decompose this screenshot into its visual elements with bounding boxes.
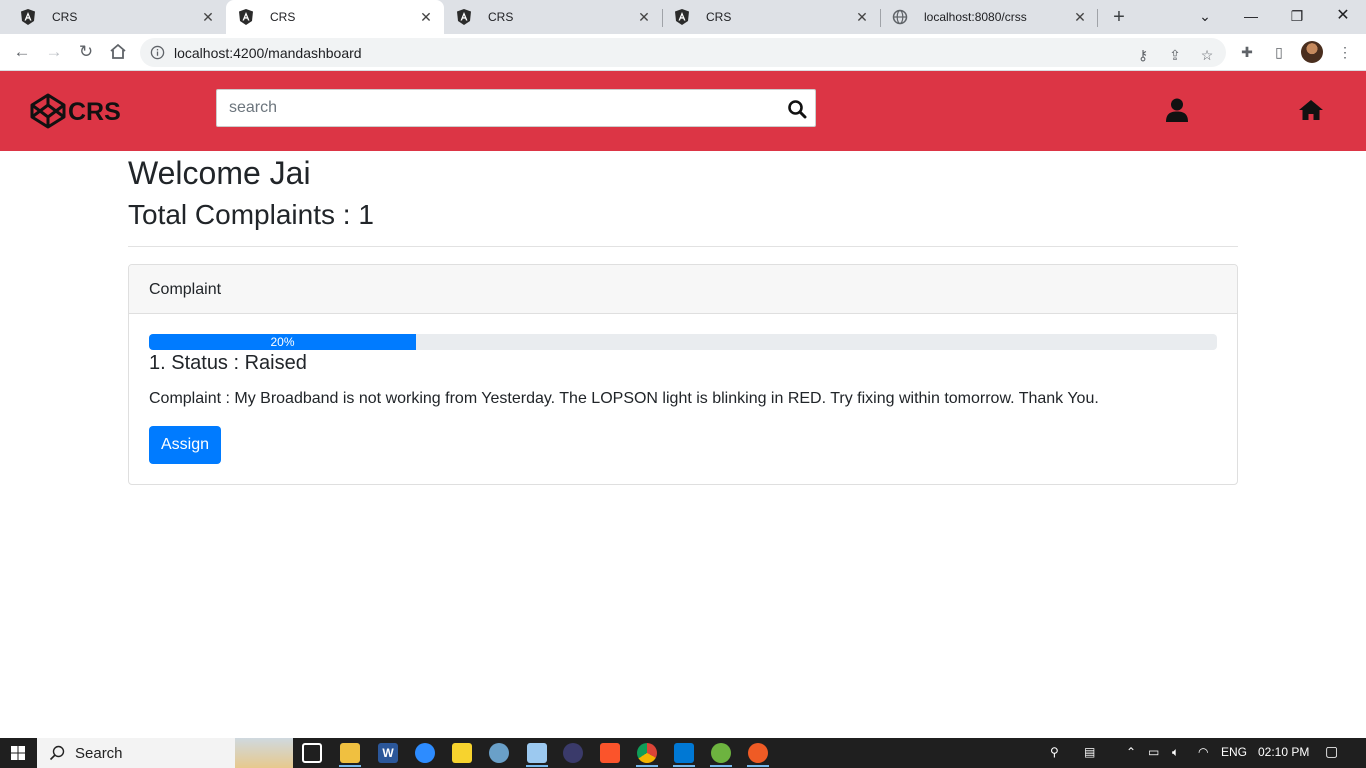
tab-title: localhost:8080/crss	[924, 10, 1027, 24]
home-icon[interactable]	[1298, 99, 1324, 121]
running-indicator	[673, 765, 695, 767]
angular-icon	[675, 9, 689, 25]
clock[interactable]: 02:10 PM	[1258, 745, 1309, 759]
vscode-icon[interactable]	[674, 743, 694, 763]
wifi-icon[interactable]: ◠	[1198, 745, 1208, 759]
browser-tab[interactable]: CRS ✕	[8, 0, 226, 34]
user-icon[interactable]	[1166, 98, 1188, 122]
battery-icon[interactable]: ▭	[1148, 745, 1159, 759]
browser-tab[interactable]: localhost:8080/crss ✕	[880, 0, 1098, 34]
extensions-puzzle-icon[interactable]: ✚	[1238, 43, 1256, 61]
info-icon[interactable]	[150, 45, 165, 60]
volume-icon[interactable]: 🔈︎	[1172, 745, 1179, 760]
app-icon[interactable]	[563, 743, 583, 763]
task-view-icon[interactable]	[302, 743, 322, 763]
forward-arrow-icon[interactable]: →	[44, 42, 64, 62]
running-indicator	[526, 765, 548, 767]
search-icon[interactable]	[787, 99, 807, 119]
complaint-description: Complaint : My Broadband is not working …	[149, 390, 1099, 407]
share-icon[interactable]: ⇪	[1166, 46, 1184, 64]
card-header: Complaint	[129, 265, 1237, 314]
notepad-icon[interactable]	[527, 743, 547, 763]
welcome-heading: Welcome Jai	[128, 155, 311, 191]
codepen-cube-icon	[30, 93, 66, 129]
home-browser-icon[interactable]	[108, 42, 128, 62]
spring-tools-icon[interactable]	[711, 743, 731, 763]
progress-bar: 20%	[149, 334, 416, 350]
tab-title: CRS	[488, 10, 514, 24]
search-highlight-image	[235, 738, 293, 768]
browser-tab-active[interactable]: CRS ✕	[226, 0, 444, 34]
star-icon[interactable]: ☆	[1198, 46, 1216, 64]
postman-icon[interactable]	[748, 743, 768, 763]
search-icon	[49, 745, 65, 761]
chrome-icon[interactable]	[637, 743, 657, 763]
tab-search-chevron-icon[interactable]: ⌄	[1182, 0, 1228, 34]
close-icon[interactable]: ✕	[636, 9, 652, 25]
browser-tab-strip: CRS ✕ CRS ✕ CRS ✕ CRS ✕ localhost:8080/c…	[0, 0, 1366, 34]
restore-icon[interactable]: ❐	[1274, 0, 1320, 34]
url-text[interactable]: localhost:4200/mandashboard	[174, 45, 362, 61]
more-menu-icon[interactable]: ⋮	[1336, 43, 1354, 61]
language-indicator[interactable]: ENG	[1221, 745, 1247, 759]
close-icon[interactable]: ✕	[200, 9, 216, 25]
weather-icon[interactable]	[489, 743, 509, 763]
angular-icon	[239, 9, 253, 25]
search-input[interactable]	[217, 90, 777, 126]
tab-title: CRS	[270, 10, 296, 24]
brave-icon[interactable]	[600, 743, 620, 763]
tab-title: CRS	[706, 10, 732, 24]
close-icon[interactable]: ✕	[1072, 9, 1088, 25]
windows-start-icon[interactable]	[0, 738, 36, 768]
angular-icon	[21, 9, 35, 25]
complaint-card: Complaint 20% 1. Status : Raised Complai…	[128, 264, 1238, 485]
windows-taskbar: Search W ⚲ ▤ ⌃ ▭ 🔈︎ ◠ ENG 02:10 PM ▢	[0, 738, 1366, 768]
side-panel-icon[interactable]: ▯	[1270, 43, 1288, 61]
running-indicator	[747, 765, 769, 767]
total-complaints-heading: Total Complaints : 1	[128, 199, 374, 230]
key-icon[interactable]: ⚷	[1134, 46, 1152, 64]
new-tab-plus-icon[interactable]: +	[1108, 6, 1130, 28]
taskbar-search-label: Search	[75, 745, 123, 762]
file-explorer-icon[interactable]	[340, 743, 360, 763]
window-close-icon[interactable]: ✕	[1320, 0, 1366, 34]
running-indicator	[339, 765, 361, 767]
minimize-icon[interactable]: —	[1228, 0, 1274, 34]
tab-divider	[1097, 9, 1098, 27]
logo-text: CRS	[68, 98, 121, 126]
profile-avatar[interactable]	[1301, 41, 1323, 63]
sticky-notes-icon[interactable]	[452, 743, 472, 763]
running-indicator	[710, 765, 732, 767]
card-header-label: Complaint	[149, 281, 222, 298]
app-navbar: CRS	[0, 71, 1366, 151]
divider	[128, 246, 1238, 247]
tray-chevron-up-icon[interactable]: ⌃	[1126, 745, 1136, 759]
close-icon[interactable]: ✕	[418, 9, 434, 25]
notification-icon[interactable]: ▢	[1325, 743, 1338, 760]
browser-toolbar: ← → ↻ localhost:4200/mandashboard ⚷ ⇪ ☆ …	[0, 34, 1366, 71]
search-box	[216, 89, 816, 127]
close-icon[interactable]: ✕	[854, 9, 870, 25]
brand-logo[interactable]: CRS	[30, 91, 121, 131]
news-icon[interactable]: ▤	[1084, 745, 1095, 759]
browser-tab[interactable]: CRS ✕	[444, 0, 662, 34]
zoom-icon[interactable]	[415, 743, 435, 763]
angular-icon	[457, 9, 471, 25]
running-indicator	[636, 765, 658, 767]
word-icon[interactable]: W	[378, 743, 398, 763]
back-arrow-icon[interactable]: ←	[12, 42, 32, 62]
globe-icon	[892, 9, 908, 25]
progress-track: 20%	[149, 334, 1217, 350]
browser-tab[interactable]: CRS ✕	[662, 0, 880, 34]
assign-button[interactable]: Assign	[149, 426, 221, 464]
address-bar[interactable]: localhost:4200/mandashboard ⚷ ⇪ ☆	[140, 38, 1226, 67]
status-heading: 1. Status : Raised	[149, 352, 307, 374]
tab-title: CRS	[52, 10, 78, 24]
taskbar-search[interactable]: Search	[37, 738, 293, 768]
reload-icon[interactable]: ↻	[76, 42, 96, 62]
people-icon[interactable]: ⚲	[1050, 745, 1059, 759]
